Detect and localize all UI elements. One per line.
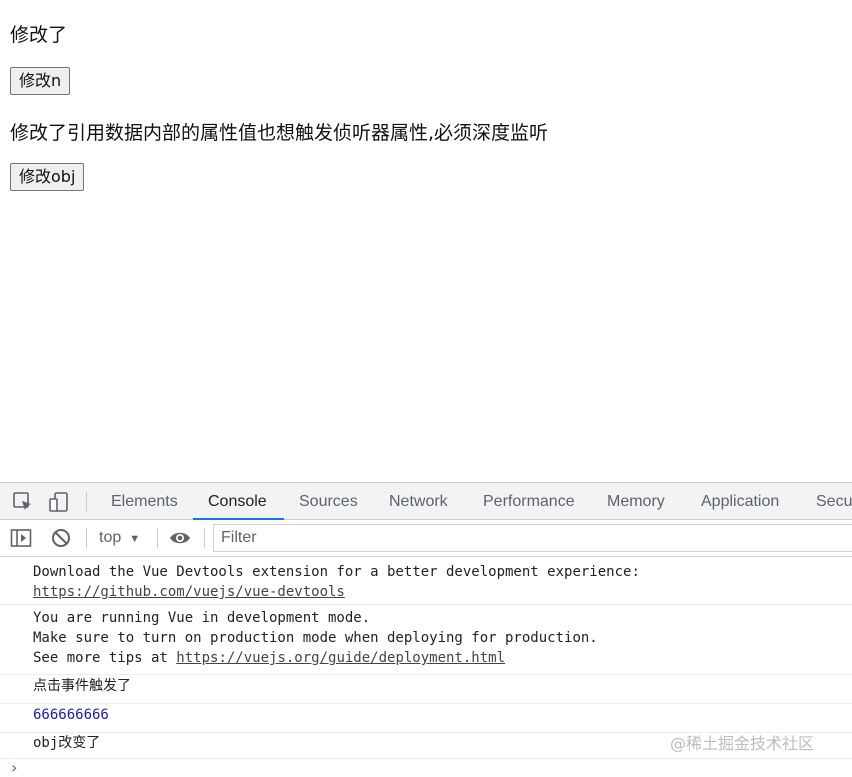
console-message: Download the Vue Devtools extension for … (0, 562, 852, 605)
modify-obj-button[interactable]: 修改obj (10, 163, 85, 191)
console-message-text: Download the Vue Devtools extension for … (33, 564, 640, 580)
status-text: 修改了 (10, 24, 68, 46)
console-message: You are running Vue in development mode.… (0, 608, 852, 675)
context-selector[interactable]: top ▼ (99, 520, 140, 556)
tab-application[interactable]: Application (701, 483, 779, 520)
inspect-icon[interactable] (12, 491, 34, 513)
sidebar-toggle-icon[interactable] (10, 527, 32, 549)
context-dropdown-icon: ▼ (129, 533, 141, 545)
console-message-text: 点击事件触发了 (33, 678, 131, 694)
tab-console[interactable]: Console (208, 483, 267, 520)
tab-elements[interactable]: Elements (111, 483, 178, 520)
tab-security[interactable]: Secu (816, 483, 852, 520)
devtools-link[interactable]: https://github.com/vuejs/vue-devtools (33, 584, 345, 600)
device-toggle-icon[interactable] (48, 491, 70, 513)
console-message-number: 666666666 (0, 705, 852, 733)
tab-memory[interactable]: Memory (607, 483, 665, 520)
tabbar-divider (86, 492, 87, 512)
console-message: 点击事件触发了 (0, 676, 852, 704)
console-message-text: You are running Vue in development mode. (33, 610, 371, 626)
modify-n-button[interactable]: 修改n (10, 67, 71, 95)
context-label: top (99, 529, 122, 546)
devtools-tabbar: Elements Console Sources Network Perform… (0, 482, 852, 520)
clear-console-icon[interactable] (50, 527, 72, 549)
filter-input[interactable] (213, 524, 852, 552)
tab-network[interactable]: Network (389, 483, 448, 520)
watermark: @稀土掘金技术社区 (670, 734, 815, 753)
deployment-link[interactable]: https://vuejs.org/guide/deployment.html (176, 650, 505, 666)
tab-sources[interactable]: Sources (299, 483, 358, 520)
console-toolbar: top ▼ (0, 520, 852, 557)
toolbar-divider (86, 528, 87, 548)
toolbar-divider-2 (157, 528, 158, 548)
page-content: 修改了 修改n 修改了引用数据内部的属性值也想触发侦听器属性,必须深度监听 修改… (0, 0, 852, 482)
prompt-chevron-icon[interactable]: › (11, 758, 17, 777)
eye-icon[interactable] (169, 527, 191, 549)
console-message-text: Make sure to turn on production mode whe… (33, 630, 598, 646)
toolbar-divider-3 (204, 528, 205, 548)
console-message-text: See more tips at (33, 650, 177, 666)
tab-performance[interactable]: Performance (483, 483, 575, 520)
deep-watch-text: 修改了引用数据内部的属性值也想触发侦听器属性,必须深度监听 (10, 122, 549, 144)
